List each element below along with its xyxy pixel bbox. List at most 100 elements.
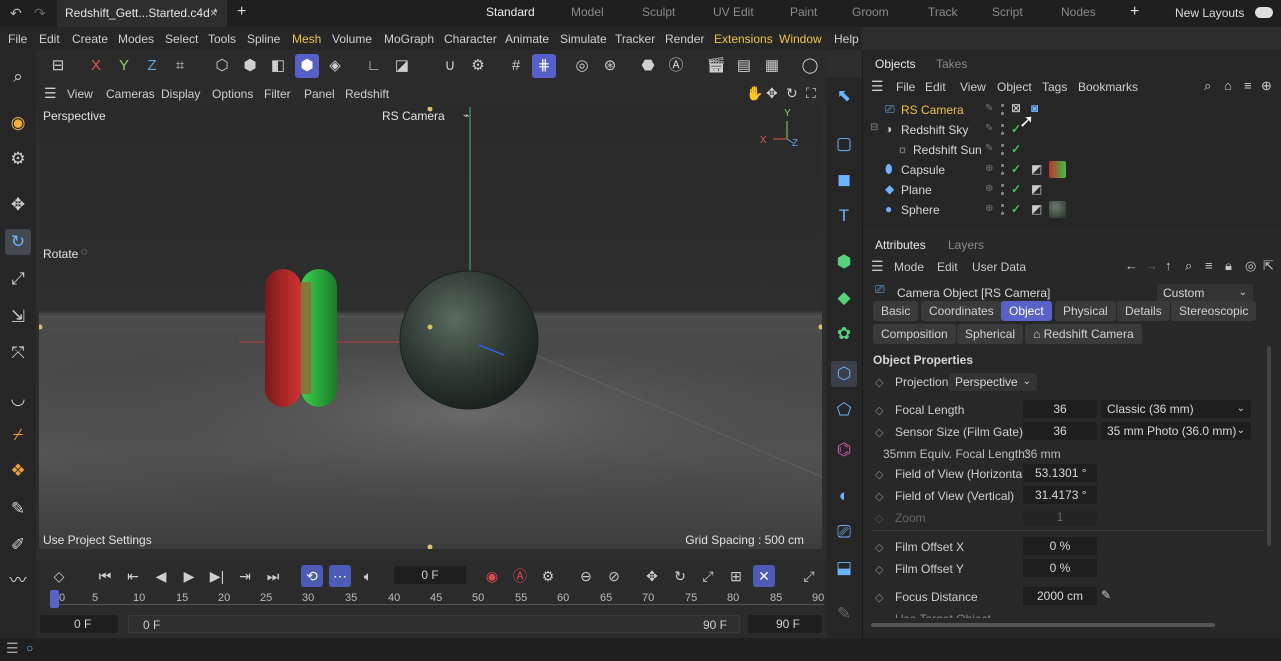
workplane-settings-icon[interactable]: ⊛ [598,54,622,78]
visibility-toggle[interactable]: ⊕ [985,163,993,174]
object-row-redshift-sky[interactable]: ⊟ ◑ Redshift Sky ✎ ✓ [863,120,1281,140]
horizontal-scrollbar[interactable] [871,623,1215,627]
render-to-picture-viewer-icon[interactable]: ▤ [732,54,756,78]
mograph-icon[interactable]: ◆ [831,285,857,311]
object-row-sphere[interactable]: ● Sphere ⊕ ✓ ◩ [863,200,1281,220]
key-param-icon[interactable]: ⊞ [725,565,747,587]
enabled-check-icon[interactable]: ✓ [1011,162,1021,176]
menu-spline[interactable]: Spline [247,32,280,46]
viewport-menu-view[interactable]: View [67,87,93,101]
magnet-icon[interactable]: ∪ [438,54,462,78]
workspace-model[interactable]: Model [571,5,604,19]
snap-settings-icon[interactable]: ⚙ [466,54,490,78]
close-tab-icon[interactable]: × [210,0,217,26]
viewport-menu-redshift[interactable]: Redshift [345,87,389,101]
end-frame-field[interactable]: 90 F [748,615,822,633]
attributes-menu-user-data[interactable]: User Data [972,260,1026,274]
null-object-icon[interactable]: ▢ [831,131,857,157]
focal-length-field[interactable]: 36 [1023,400,1097,418]
move-icon[interactable]: ✥ [5,192,31,218]
current-frame-field[interactable]: 0 F [394,566,466,584]
workspace-script[interactable]: Script [992,5,1023,19]
menu-create[interactable]: Create [72,32,108,46]
animate-diamond-icon[interactable]: ◇ [875,468,883,481]
environment-icon[interactable]: ⬓ [831,555,857,581]
live-selection-icon[interactable]: ◉ [5,110,31,136]
move-view-icon[interactable]: ✥ [766,85,778,102]
knife-icon[interactable]: ⌿ [5,422,31,448]
tab-objects[interactable]: Objects [875,57,916,71]
rotate-view-icon[interactable]: ↻ [786,85,798,102]
camera-icon[interactable]: ⎚ [831,519,857,545]
loop-icon[interactable]: ⟲ [301,565,323,587]
workspace-standard[interactable]: Standard [486,5,535,19]
menu-extensions[interactable]: Extensions [714,32,773,46]
tab-layers[interactable]: Layers [948,238,984,252]
search-icon[interactable]: ⌕ [1185,258,1192,274]
animate-diamond-icon[interactable]: ◇ [875,426,883,439]
tab-object[interactable]: Object [1001,301,1052,321]
layer-dots[interactable] [1001,124,1004,135]
workspace-groom[interactable]: Groom [852,5,889,19]
viewport-menu-display[interactable]: Display [161,87,200,101]
key-scale-icon[interactable]: ⤢ [697,565,719,587]
light-icon[interactable]: ◐ [831,483,857,509]
object-row-plane[interactable]: ◆ Plane ⊕ ✓ ◩ [863,180,1281,200]
film-offset-x-field[interactable]: 0 % [1023,537,1097,555]
preset-dropdown[interactable]: Custom ⌄ [1157,284,1253,302]
add-layout-icon[interactable]: + [1130,3,1139,21]
phong-tag-icon[interactable]: ◩ [1031,202,1042,216]
filter-icon[interactable]: ≡ [1244,78,1252,93]
animate-diamond-icon[interactable]: ◇ [875,563,883,576]
snap-icon[interactable]: ⋕ [532,54,556,78]
filter-icon[interactable]: ≡ [1205,258,1213,273]
points-mode-icon[interactable]: ⬡ [210,54,234,78]
status-menu-icon[interactable]: ☰ [6,640,19,657]
spline-icon[interactable]: ⌬ [831,437,857,463]
animate-diamond-icon[interactable]: ◇ [875,404,883,417]
menu-volume[interactable]: Volume [332,32,372,46]
attributes-menu-mode[interactable]: Mode [894,260,924,274]
menu-mograph[interactable]: MoGraph [384,32,434,46]
field-icon[interactable]: ⬠ [831,397,857,423]
menu-file[interactable]: File [8,32,27,46]
go-to-end-icon[interactable]: ⏭ [262,565,284,587]
menu-tracker[interactable]: Tracker [615,32,655,46]
object-row-capsule[interactable]: ⬮ Capsule ⊕ ✓ ◩ [863,160,1281,180]
sensor-size-field[interactable]: 36 [1023,422,1097,440]
fov-horizontal-field[interactable]: 53.1301 ° [1023,464,1097,482]
workspace-sculpt[interactable]: Sculpt [642,5,675,19]
key-position-icon[interactable]: ✥ [641,565,663,587]
animate-diamond-icon[interactable]: ◇ [875,541,883,554]
tweak-icon[interactable]: ⚙ [5,146,31,172]
animate-diamond-icon[interactable]: ◇ [875,376,883,389]
redshift-ipr-icon[interactable]: Ⓐ [664,54,688,78]
visibility-toggle[interactable]: ⊕ [985,203,993,214]
viewport-menu-options[interactable]: Options [212,87,253,101]
tab-stereoscopic[interactable]: Stereoscopic [1171,301,1257,321]
generator-icon[interactable]: ⬢ [831,249,857,275]
enabled-check-icon[interactable]: ✓ [1011,182,1021,196]
search-icon[interactable]: ⌕ [5,64,31,90]
coordinate-system-icon[interactable]: ⌗ [168,54,192,78]
playhead[interactable] [50,590,59,608]
layer-dots[interactable] [1001,104,1004,115]
undo-icon[interactable]: ↶ [10,5,22,22]
objects-menu-icon[interactable]: ☰ [871,78,884,95]
prev-frame-icon[interactable]: ◀ [150,565,172,587]
key-lock-icon[interactable]: ⊖ [575,565,597,587]
fov-vertical-field[interactable]: 31.4173 ° [1023,486,1097,504]
tab-spherical[interactable]: Spherical [957,324,1024,344]
key-rotation-icon[interactable]: ↻ [669,565,691,587]
timeline-expand-icon[interactable]: ⤢ [798,565,820,587]
start-frame-field[interactable]: 0 F [40,615,118,633]
target-icon[interactable]: ◎ [1245,258,1256,274]
play-icon[interactable]: ▶ [178,565,200,587]
menu-modes[interactable]: Modes [118,32,154,46]
attributes-menu-icon[interactable]: ☰ [871,258,884,275]
camera-link-icon[interactable]: ⌁ [463,109,470,122]
redo-icon[interactable]: ↷ [34,5,46,22]
layer-dots[interactable] [1001,164,1004,175]
focus-distance-field[interactable]: 2000 cm [1023,587,1097,605]
up-arrow-icon[interactable]: ↑ [1165,258,1172,273]
